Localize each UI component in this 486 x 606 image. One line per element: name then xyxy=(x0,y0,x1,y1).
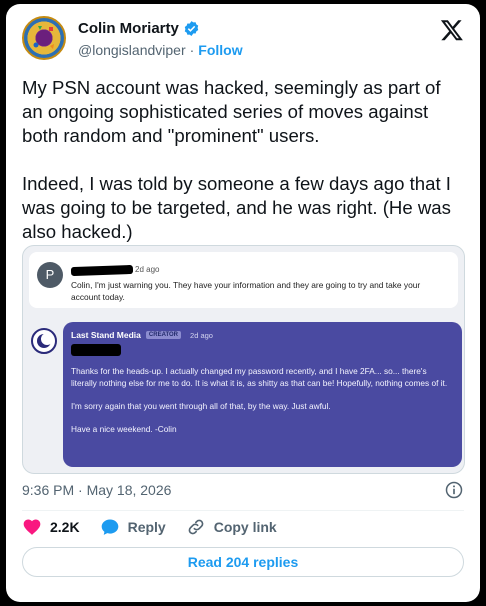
reply-label: Reply xyxy=(127,519,166,535)
copy-link-button[interactable]: Copy link xyxy=(186,517,277,537)
reply-paragraph: I'm sorry again that you went through al… xyxy=(71,401,331,411)
reply-time: 2d ago xyxy=(190,330,213,340)
x-logo-icon[interactable] xyxy=(440,18,464,42)
tweet-text: My PSN account was hacked, seemingly as … xyxy=(22,77,451,242)
reply-text: Thanks for the heads-up. I actually chan… xyxy=(71,365,451,446)
separator-dot: · xyxy=(189,42,195,58)
message-avatar: P xyxy=(37,262,63,288)
reply-bubble: Last Stand Media CREATOR 2d ago Thanks f… xyxy=(63,322,462,467)
reply-paragraph: Thanks for the heads-up. I actually chan… xyxy=(71,366,448,388)
handle-row: @longislandviper · Follow xyxy=(78,42,243,58)
heart-icon xyxy=(23,519,41,535)
message-time: 2d ago xyxy=(135,265,160,274)
read-replies-button[interactable]: Read 204 replies xyxy=(22,547,464,577)
tweet-card: Colin Moriarty @longislandviper · Follow… xyxy=(6,4,480,602)
moon-avatar-icon xyxy=(31,328,57,354)
link-icon xyxy=(188,519,204,535)
action-bar: 2.2K Reply Copy link xyxy=(22,516,277,538)
author-handle[interactable]: @longislandviper xyxy=(78,42,186,58)
reply-button[interactable]: Reply xyxy=(100,517,166,537)
reply-message: Last Stand Media CREATOR 2d ago Thanks f… xyxy=(29,322,462,467)
message-card: P 2d ago Colin, I'm just warning you. Th… xyxy=(29,252,458,308)
tweet-header: Colin Moriarty @longislandviper · Follow xyxy=(22,16,464,64)
reply-author: Last Stand Media xyxy=(71,330,141,340)
reply-bubble-icon xyxy=(101,519,118,535)
creator-badge: CREATOR xyxy=(145,331,182,339)
redacted-name xyxy=(70,264,134,277)
author-name-row: Colin Moriarty xyxy=(78,20,200,37)
message-text: Colin, I'm just warning you. They have y… xyxy=(71,280,421,302)
reply-header: Last Stand Media CREATOR 2d ago xyxy=(71,330,213,340)
author-name[interactable]: Colin Moriarty xyxy=(78,20,179,37)
like-count: 2.2K xyxy=(50,519,80,535)
attached-image[interactable]: P 2d ago Colin, I'm just warning you. Th… xyxy=(22,245,465,474)
reply-paragraph: Have a nice weekend. -Colin xyxy=(71,424,177,434)
avatar[interactable] xyxy=(22,16,66,60)
divider xyxy=(22,510,464,511)
copy-link-label: Copy link xyxy=(213,519,277,535)
like-button[interactable]: 2.2K xyxy=(22,517,80,537)
follow-button[interactable]: Follow xyxy=(198,42,242,58)
tweet-timestamp[interactable]: 9:36 PM · May 18, 2026 xyxy=(22,482,171,498)
redacted-block xyxy=(71,344,121,356)
info-icon[interactable] xyxy=(444,480,464,500)
verified-icon xyxy=(184,21,199,36)
